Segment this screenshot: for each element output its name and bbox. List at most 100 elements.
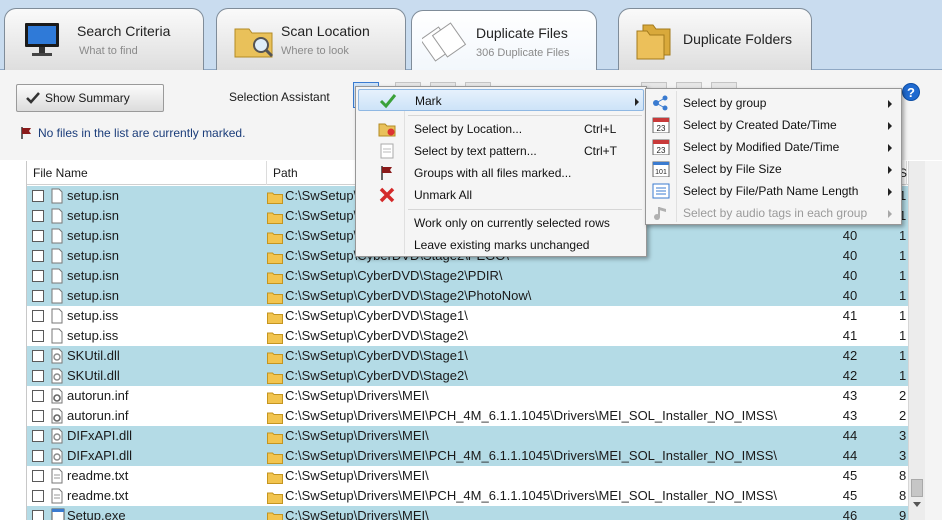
file-name-cell: setup.isn bbox=[67, 208, 120, 223]
table-row[interactable]: DIFxAPI.dll C:\SwSetup\Drivers\MEI\PCH_4M… bbox=[27, 446, 908, 466]
row-checkbox[interactable] bbox=[32, 390, 44, 402]
menu-item-select-by-location[interactable]: Select by Location... Ctrl+L bbox=[358, 118, 644, 140]
group-cell: 41 bbox=[842, 328, 858, 343]
tab-search-criteria[interactable]: Search Criteria What to find bbox=[4, 8, 204, 70]
path-cell: C:\SwSetup\Drivers\MEI\PCH_4M_6.1.1.1045… bbox=[285, 408, 778, 423]
row-checkbox[interactable] bbox=[32, 490, 44, 502]
group-icon bbox=[653, 95, 668, 111]
path-cell: C:\SwSetup\Drivers\MEI\ bbox=[285, 428, 429, 443]
submenu-item-created-date[interactable]: 23 Select by Created Date/Time bbox=[648, 114, 899, 136]
selection-assistant-label: Selection Assistant bbox=[229, 90, 330, 104]
row-checkbox[interactable] bbox=[32, 230, 44, 242]
path-cell: C:\SwSetup\CyberDVD\Stage2\ bbox=[285, 368, 468, 383]
group-cell: 41 bbox=[842, 308, 858, 323]
group-cell: 40 bbox=[842, 248, 858, 263]
size-cell: 8 bbox=[899, 468, 907, 483]
tab-duplicate-folders[interactable]: Duplicate Folders bbox=[618, 8, 812, 70]
size-cell: 1 bbox=[899, 288, 907, 303]
group-cell: 43 bbox=[842, 408, 858, 423]
file-name-cell: setup.iss bbox=[67, 308, 119, 323]
tab-duplicate-files[interactable]: Duplicate Files 306 Duplicate Files bbox=[411, 10, 597, 71]
tab-title: Duplicate Files bbox=[476, 25, 568, 41]
mark-submenu: Select by group 23 Select by Created Dat… bbox=[645, 88, 902, 225]
row-checkbox[interactable] bbox=[32, 330, 44, 342]
shortcut: Ctrl+L bbox=[584, 122, 617, 136]
row-checkbox[interactable] bbox=[32, 350, 44, 362]
file-name-cell: setup.isn bbox=[67, 268, 120, 283]
menu-item-mark[interactable]: Mark bbox=[358, 89, 644, 111]
submenu-arrow-icon bbox=[888, 144, 892, 152]
file-name-cell: SKUtil.dll bbox=[67, 368, 120, 383]
file-name-cell: setup.isn bbox=[67, 228, 120, 243]
row-checkbox[interactable] bbox=[32, 510, 44, 520]
row-checkbox[interactable] bbox=[32, 430, 44, 442]
path-cell: C:\SwSetup\Drivers\MEI\PCH_4M_6.1.1.1045… bbox=[285, 488, 778, 503]
table-row[interactable]: SKUtil.dll C:\SwSetup\CyberDVD\Stage2\ 42 1 bbox=[27, 366, 908, 386]
submenu-arrow-icon bbox=[635, 98, 639, 106]
menu-item-groups-all-marked[interactable]: Groups with all files marked... bbox=[358, 162, 644, 184]
menu-item-leave-marks-unchanged[interactable]: Leave existing marks unchanged bbox=[358, 234, 644, 256]
row-checkbox[interactable] bbox=[32, 290, 44, 302]
show-summary-label: Show Summary bbox=[45, 91, 130, 105]
table-row[interactable]: DIFxAPI.dll C:\SwSetup\Drivers\MEI\ 44 3 bbox=[27, 426, 908, 446]
tab-title: Duplicate Folders bbox=[683, 31, 792, 47]
vertical-scrollbar[interactable] bbox=[908, 161, 925, 520]
table-row[interactable]: readme.txt C:\SwSetup\Drivers\MEI\ 45 8 bbox=[27, 466, 908, 486]
music-note-icon bbox=[654, 207, 666, 220]
column-header-file-name[interactable]: File Name bbox=[27, 161, 267, 185]
path-cell: C:\SwSetup\CyberDVD\Stage2\ bbox=[285, 328, 468, 343]
submenu-item-name-length[interactable]: Select by File/Path Name Length bbox=[648, 180, 899, 202]
table-row[interactable]: setup.iss C:\SwSetup\CyberDVD\Stage2\ 41 1 bbox=[27, 326, 908, 346]
calendar-icon: 23 bbox=[652, 139, 670, 155]
menu-item-select-by-text-pattern[interactable]: Select by text pattern... Ctrl+T bbox=[358, 140, 644, 162]
path-cell: C:\SwSetup\Drivers\MEI\ bbox=[285, 388, 429, 403]
row-checkbox[interactable] bbox=[32, 310, 44, 322]
group-cell: 43 bbox=[842, 388, 858, 403]
checkmark-icon bbox=[379, 94, 397, 109]
submenu-item-file-size[interactable]: 101 Select by File Size bbox=[648, 158, 899, 180]
row-checkbox[interactable] bbox=[32, 190, 44, 202]
scrollbar-thumb[interactable] bbox=[911, 479, 923, 497]
group-cell: 40 bbox=[842, 268, 858, 283]
svg-text:23: 23 bbox=[657, 124, 666, 133]
size-cell: 3 bbox=[899, 448, 907, 463]
row-checkbox[interactable] bbox=[32, 470, 44, 482]
path-cell: C:\SwSetup\CyberDVD\Stage2\PhotoNow\ bbox=[285, 288, 532, 303]
file-name-cell: readme.txt bbox=[67, 468, 129, 483]
size-cell: 1 bbox=[899, 368, 907, 383]
status-text: No files in the list are currently marke… bbox=[38, 126, 246, 140]
scroll-down-arrow-icon[interactable] bbox=[913, 502, 921, 507]
row-checkbox[interactable] bbox=[32, 270, 44, 282]
group-cell: 46 bbox=[842, 508, 858, 520]
help-icon[interactable]: ? bbox=[902, 83, 920, 101]
table-row[interactable]: readme.txt C:\SwSetup\Drivers\MEI\PCH_4M_… bbox=[27, 486, 908, 506]
file-name-cell: SKUtil.dll bbox=[67, 348, 120, 363]
row-checkbox[interactable] bbox=[32, 370, 44, 382]
table-row[interactable]: autorun.inf C:\SwSetup\Drivers\MEI\PCH_4M… bbox=[27, 406, 908, 426]
tab-scan-location[interactable]: Scan Location Where to look bbox=[216, 8, 406, 70]
menu-item-unmark-all[interactable]: Unmark All bbox=[358, 184, 644, 206]
submenu-item-audio-tags[interactable]: Select by audio tags in each group bbox=[648, 202, 899, 224]
tab-subtitle: What to find bbox=[79, 45, 138, 57]
submenu-arrow-icon bbox=[888, 210, 892, 218]
row-checkbox[interactable] bbox=[32, 250, 44, 262]
submenu-item-select-by-group[interactable]: Select by group bbox=[648, 92, 899, 114]
duplicate-folders-icon bbox=[636, 24, 671, 60]
row-checkbox[interactable] bbox=[32, 210, 44, 222]
size-cell: 8 bbox=[899, 488, 907, 503]
table-row[interactable]: setup.iss C:\SwSetup\CyberDVD\Stage1\ 41 1 bbox=[27, 306, 908, 326]
duplicate-pages-icon bbox=[422, 22, 467, 62]
group-cell: 44 bbox=[842, 448, 858, 463]
menu-item-work-on-selected-rows[interactable]: Work only on currently selected rows bbox=[358, 212, 644, 234]
table-row[interactable]: SKUtil.dll C:\SwSetup\CyberDVD\Stage1\ 42 1 bbox=[27, 346, 908, 366]
table-row[interactable]: setup.isn C:\SwSetup\CyberDVD\Stage2\PDIR… bbox=[27, 266, 908, 286]
table-row[interactable]: autorun.inf C:\SwSetup\Drivers\MEI\ 43 2 bbox=[27, 386, 908, 406]
submenu-item-modified-date[interactable]: 23 Select by Modified Date/Time bbox=[648, 136, 899, 158]
table-row[interactable]: setup.isn C:\SwSetup\CyberDVD\Stage2\Phot… bbox=[27, 286, 908, 306]
show-summary-button[interactable]: Show Summary bbox=[16, 84, 164, 112]
path-cell: C:\SwSetup\CyberDVD\Stage1\ bbox=[285, 348, 468, 363]
row-checkbox[interactable] bbox=[32, 410, 44, 422]
table-row[interactable]: Setup.exe C:\SwSetup\Drivers\MEI\ 46 9 bbox=[27, 506, 908, 520]
row-checkbox[interactable] bbox=[32, 450, 44, 462]
name-length-icon bbox=[652, 183, 670, 199]
